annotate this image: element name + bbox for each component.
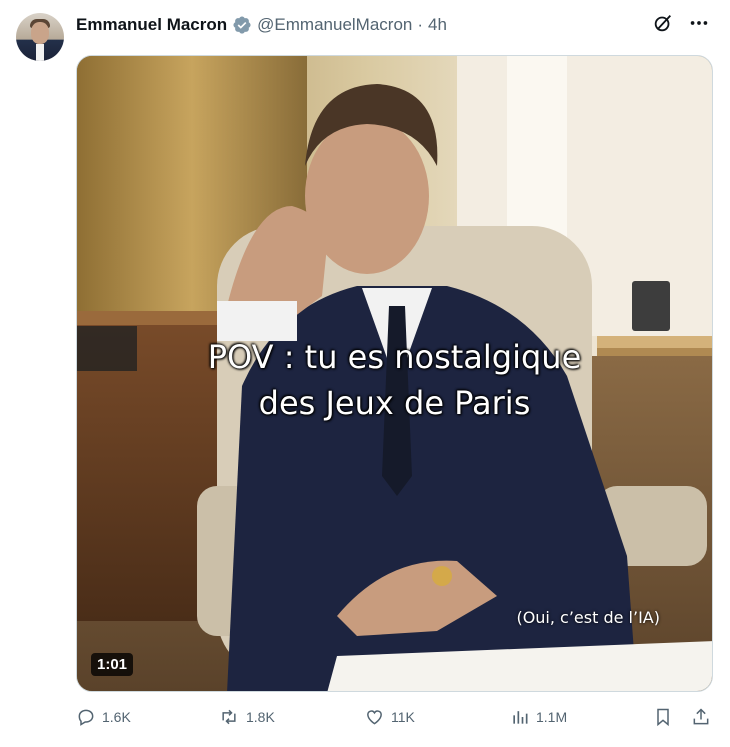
video-caption-line-2: des Jeux de Paris <box>258 384 531 422</box>
like-icon <box>364 707 385 727</box>
reply-count: 1.6K <box>102 709 131 725</box>
verified-badge-icon[interactable] <box>232 15 252 35</box>
tweet-action-bar: 1.6K 1.8K 11K 1.1M <box>76 707 713 735</box>
repost-button[interactable]: 1.8K <box>218 707 275 727</box>
tweet-header: Emmanuel Macron @EmmanuelMacron · 4h <box>76 13 447 37</box>
tweet-timestamp[interactable]: 4h <box>428 15 447 35</box>
tweet-video[interactable]: POV : tu es nostalgique des Jeux de Pari… <box>76 55 713 692</box>
views-count: 1.1M <box>536 709 568 725</box>
share-button[interactable] <box>691 707 711 727</box>
grok-icon[interactable] <box>652 12 674 34</box>
views-icon <box>510 707 530 727</box>
repost-icon <box>218 707 240 727</box>
video-duration-badge: 1:01 <box>91 653 134 676</box>
more-icon[interactable] <box>688 12 710 34</box>
reply-button[interactable]: 1.6K <box>76 707 131 727</box>
bookmark-button[interactable] <box>653 707 673 727</box>
video-caption-line-1: POV : tu es nostalgique <box>207 338 582 376</box>
views-button[interactable]: 1.1M <box>510 707 567 727</box>
like-count: 11K <box>391 709 415 725</box>
separator-dot: · <box>417 15 424 34</box>
repost-count: 1.8K <box>246 709 275 725</box>
like-button[interactable]: 11K <box>364 707 415 727</box>
ai-disclaimer-text: (Oui, c’est de l’IA) <box>516 608 660 627</box>
share-icon <box>691 707 711 727</box>
author-name[interactable]: Emmanuel Macron <box>76 15 227 35</box>
reply-icon <box>76 707 96 727</box>
bookmark-icon <box>653 707 673 727</box>
author-handle[interactable]: @EmmanuelMacron <box>257 15 412 35</box>
tweet-top-actions <box>652 12 710 34</box>
author-avatar[interactable] <box>16 13 64 61</box>
